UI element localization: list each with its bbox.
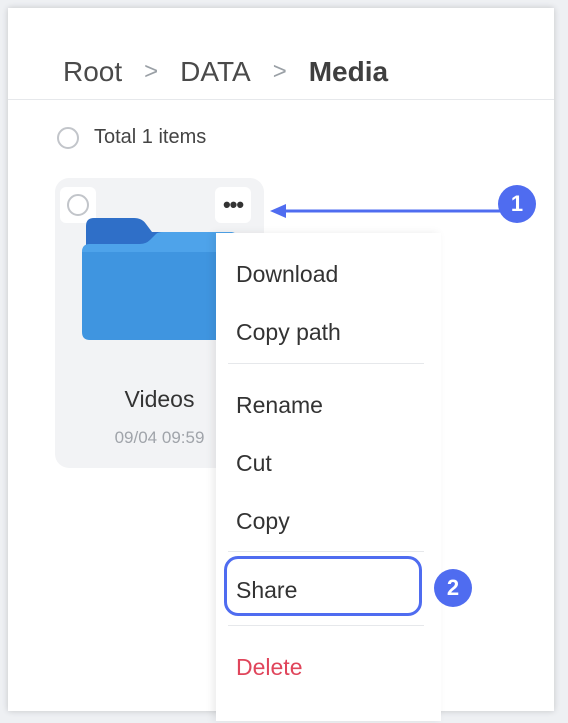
menu-divider [228, 625, 424, 626]
total-items-label: Total 1 items [94, 126, 207, 148]
step-badge-1: 1 [498, 185, 536, 223]
menu-item-share[interactable]: Share [236, 577, 297, 604]
breadcrumb-separator: > [272, 58, 287, 85]
select-all-checkbox[interactable] [57, 126, 79, 149]
select-all-row: Total 1 items [57, 126, 206, 149]
breadcrumb-data[interactable]: DATA [180, 56, 251, 88]
file-browser-panel: Root > DATA > Media Total 1 items ••• Vi… [8, 8, 554, 721]
menu-item-download[interactable]: Download [236, 261, 338, 288]
menu-item-delete[interactable]: Delete [236, 654, 302, 681]
context-menu: Download Copy path Rename Cut Copy Share… [216, 233, 441, 721]
arrow-pointer [270, 204, 503, 218]
menu-item-copy-path[interactable]: Copy path [236, 319, 341, 346]
menu-item-copy[interactable]: Copy [236, 508, 290, 535]
menu-divider [228, 551, 424, 552]
breadcrumb-current: Media [308, 56, 389, 87]
menu-item-rename[interactable]: Rename [236, 392, 323, 419]
breadcrumb: Root > DATA > Media [63, 56, 388, 88]
breadcrumb-separator: > [144, 58, 159, 85]
menu-divider [228, 363, 424, 364]
header-divider [8, 99, 554, 100]
menu-item-cut[interactable]: Cut [236, 450, 272, 477]
breadcrumb-root[interactable]: Root [63, 56, 122, 88]
step-badge-2: 2 [434, 569, 472, 607]
